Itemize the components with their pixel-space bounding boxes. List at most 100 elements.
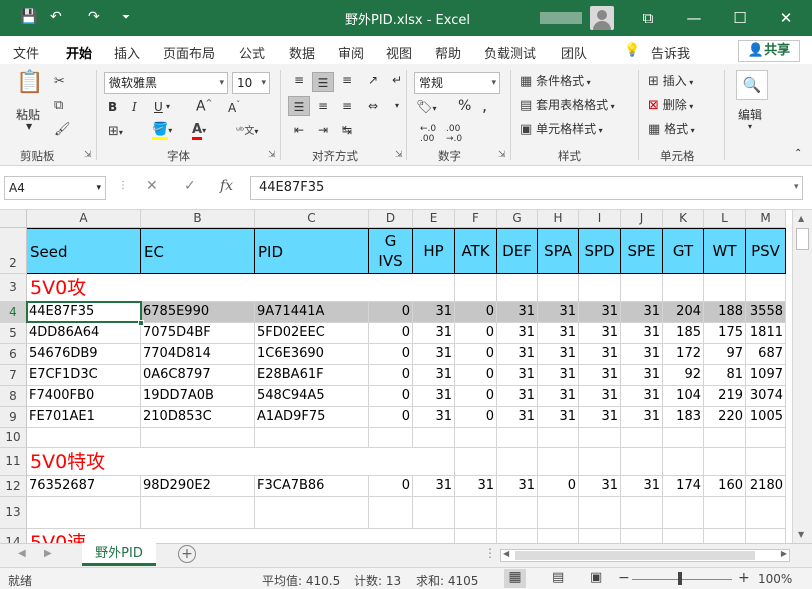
tab-insert[interactable]: 插入 bbox=[114, 43, 140, 62]
row-header[interactable]: 6 bbox=[0, 344, 27, 365]
data-cell[interactable]: 9A71441A bbox=[255, 302, 369, 323]
header-cell[interactable]: SPA bbox=[538, 228, 579, 274]
data-cell[interactable]: 31 bbox=[621, 476, 663, 497]
scroll-down-icon[interactable]: ▼ bbox=[798, 530, 804, 539]
empty-cell[interactable] bbox=[663, 274, 704, 302]
align-top-icon[interactable]: ≡ bbox=[288, 70, 310, 90]
data-cell[interactable]: 1811 bbox=[746, 323, 786, 344]
empty-cell[interactable] bbox=[497, 274, 538, 302]
align-left-icon[interactable]: ☰ bbox=[288, 96, 310, 116]
data-cell[interactable]: 31 bbox=[538, 323, 579, 344]
share-button[interactable]: 👤共享 bbox=[738, 40, 800, 62]
horizontal-scroll-thumb[interactable] bbox=[515, 551, 755, 560]
scroll-up-icon[interactable]: ▲ bbox=[798, 214, 804, 223]
close-button[interactable]: ✕ bbox=[772, 6, 800, 30]
data-cell[interactable]: 1005 bbox=[746, 407, 786, 428]
tab-view[interactable]: 视图 bbox=[386, 43, 412, 62]
empty-cell[interactable] bbox=[746, 274, 786, 302]
data-cell[interactable]: 0 bbox=[369, 365, 413, 386]
page-layout-view-icon[interactable]: ▤ bbox=[552, 570, 564, 585]
empty-cell[interactable] bbox=[255, 428, 369, 448]
empty-cell[interactable] bbox=[538, 497, 579, 529]
ribbon-display-icon[interactable]: ⧉ bbox=[634, 6, 662, 30]
zoom-in-icon[interactable]: + bbox=[738, 570, 750, 586]
data-cell[interactable]: 0 bbox=[369, 476, 413, 497]
cut-icon[interactable]: ✂ bbox=[54, 74, 65, 89]
empty-cell[interactable] bbox=[455, 448, 497, 476]
column-header[interactable]: F bbox=[455, 210, 497, 228]
data-cell[interactable]: 31 bbox=[497, 365, 538, 386]
data-cell[interactable]: 31 bbox=[413, 476, 455, 497]
number-launcher-icon[interactable]: ⇲ bbox=[498, 150, 506, 160]
data-cell[interactable]: 31 bbox=[621, 302, 663, 323]
empty-cell[interactable] bbox=[746, 428, 786, 448]
data-cell[interactable]: 31 bbox=[538, 302, 579, 323]
data-cell[interactable]: 1C6E3690 bbox=[255, 344, 369, 365]
data-cell[interactable]: 31 bbox=[497, 407, 538, 428]
data-cell[interactable]: 183 bbox=[663, 407, 704, 428]
header-cell[interactable]: G IVS bbox=[369, 228, 413, 274]
data-cell[interactable]: 31 bbox=[413, 302, 455, 323]
data-cell[interactable]: 219 bbox=[704, 386, 746, 407]
paste-dropdown-icon[interactable]: ▼ bbox=[26, 122, 32, 131]
alignment-launcher-icon[interactable]: ⇲ bbox=[395, 150, 403, 160]
empty-cell[interactable] bbox=[413, 428, 455, 448]
data-cell[interactable]: 204 bbox=[663, 302, 704, 323]
column-header[interactable]: K bbox=[663, 210, 704, 228]
data-cell[interactable]: 31 bbox=[538, 407, 579, 428]
select-all-corner[interactable] bbox=[0, 210, 27, 228]
empty-cell[interactable] bbox=[621, 497, 663, 529]
data-cell[interactable]: 31 bbox=[497, 476, 538, 497]
data-cell[interactable]: 0 bbox=[369, 407, 413, 428]
data-cell[interactable]: 548C94A5 bbox=[255, 386, 369, 407]
row-header[interactable]: 5 bbox=[0, 323, 27, 344]
decrease-indent-icon[interactable]: ⇤ bbox=[288, 120, 310, 140]
empty-cell[interactable] bbox=[27, 497, 141, 529]
spreadsheet-grid[interactable]: A B C D E F G H I J K L M 2 Seed EC PID G IVS HP ATK DEF SPA S… bbox=[0, 210, 812, 543]
header-cell[interactable]: EC bbox=[141, 228, 255, 274]
header-cell[interactable]: WT bbox=[704, 228, 746, 274]
data-cell[interactable]: 0 bbox=[369, 323, 413, 344]
data-cell[interactable]: 31 bbox=[621, 407, 663, 428]
data-cell[interactable]: 31 bbox=[497, 302, 538, 323]
column-header[interactable]: E bbox=[413, 210, 455, 228]
section-title-cell[interactable]: 5V0速 bbox=[27, 529, 427, 543]
next-sheet-icon[interactable]: ▶ bbox=[44, 548, 52, 559]
section-title-cell[interactable]: 5V0特攻 bbox=[27, 448, 427, 476]
font-name-combo[interactable]: 微软雅黑 ▾ bbox=[104, 72, 228, 94]
empty-cell[interactable] bbox=[746, 448, 786, 476]
currency-icon[interactable]: 🏷▾ bbox=[416, 100, 437, 115]
format-painter-icon[interactable]: 🖌 bbox=[54, 122, 71, 137]
add-sheet-icon[interactable]: + bbox=[178, 545, 196, 563]
underline-button[interactable]: U bbox=[154, 100, 163, 114]
header-cell[interactable]: HP bbox=[413, 228, 455, 274]
data-cell[interactable]: 0 bbox=[455, 344, 497, 365]
section-title-cell[interactable]: 5V0攻 bbox=[27, 274, 427, 302]
header-cell[interactable]: PSV bbox=[746, 228, 786, 274]
data-cell[interactable]: 97 bbox=[704, 344, 746, 365]
data-cell[interactable]: 3074 bbox=[746, 386, 786, 407]
tab-home[interactable]: 开始 bbox=[66, 43, 93, 67]
fill-color-icon[interactable]: 🪣▾ bbox=[152, 122, 172, 140]
empty-cell[interactable] bbox=[663, 529, 704, 543]
editing-dropdown-icon[interactable]: ▾ bbox=[748, 122, 752, 131]
header-cell[interactable]: DEF bbox=[497, 228, 538, 274]
borders-icon[interactable]: ⊞▾ bbox=[108, 124, 123, 139]
tab-load-test[interactable]: 负载测试 bbox=[484, 43, 536, 62]
column-header[interactable]: J bbox=[621, 210, 663, 228]
data-cell[interactable]: 7075D4BF bbox=[141, 323, 255, 344]
data-cell[interactable]: 31 bbox=[621, 323, 663, 344]
data-cell[interactable]: 174 bbox=[663, 476, 704, 497]
data-cell[interactable]: 31 bbox=[413, 323, 455, 344]
header-cell[interactable]: GT bbox=[663, 228, 704, 274]
tab-team[interactable]: 团队 bbox=[561, 43, 587, 62]
tab-data[interactable]: 数据 bbox=[289, 43, 315, 62]
percent-icon[interactable]: % bbox=[458, 98, 471, 114]
data-cell[interactable]: 0 bbox=[455, 386, 497, 407]
data-cell[interactable]: 31 bbox=[413, 386, 455, 407]
row-header[interactable]: 13 bbox=[0, 497, 27, 529]
column-header[interactable]: H bbox=[538, 210, 579, 228]
column-header[interactable]: I bbox=[579, 210, 621, 228]
data-cell[interactable]: 31 bbox=[579, 476, 621, 497]
data-cell[interactable]: 31 bbox=[413, 407, 455, 428]
